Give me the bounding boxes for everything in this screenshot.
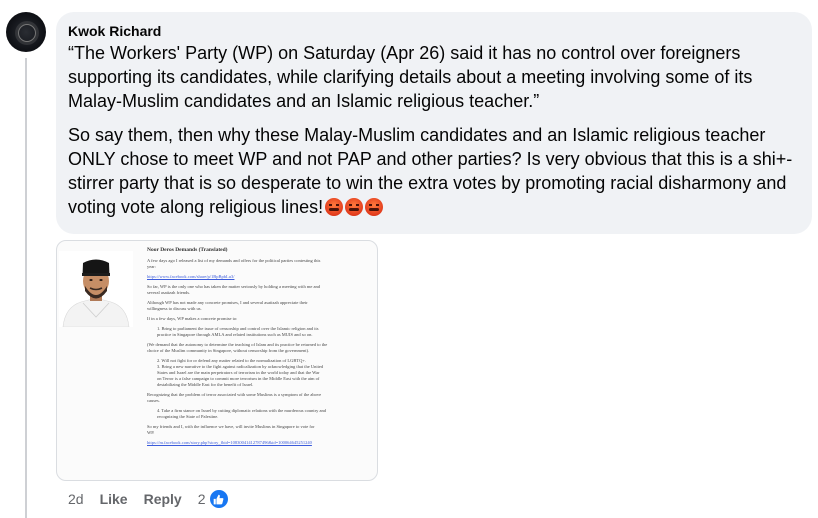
thread-line <box>25 58 27 518</box>
document-link: https://m.facebook.com/story.php?story_f… <box>147 440 312 445</box>
angry-face-icon <box>325 198 344 216</box>
document-text: Noor Deros Demands (Translated) A few da… <box>147 247 369 446</box>
angry-face-icon <box>345 198 364 216</box>
comment-paragraph-1: “The Workers' Party (WP) on Saturday (Ap… <box>68 43 753 111</box>
document-title: Noor Deros Demands (Translated) <box>147 247 228 253</box>
portrait-photo <box>59 251 133 328</box>
comment-paragraph-2: So say them, then why these Malay-Muslim… <box>68 123 800 219</box>
comment-author[interactable]: Kwok Richard <box>68 22 800 40</box>
comment-timestamp[interactable]: 2d <box>68 491 84 507</box>
reply-button[interactable]: Reply <box>144 491 182 507</box>
avatar[interactable] <box>6 12 46 52</box>
attached-image[interactable]: Noor Deros Demands (Translated) A few da… <box>56 240 378 481</box>
comment-paragraph-2-text: So say them, then why these Malay-Muslim… <box>68 125 793 217</box>
comment-bubble: Kwok Richard “The Workers' Party (WP) on… <box>56 12 812 234</box>
angry-face-icon <box>365 198 384 216</box>
reaction-count[interactable]: 2 <box>198 491 206 507</box>
comment-actions: 2d Like Reply 2 <box>68 488 230 510</box>
like-button[interactable]: Like <box>100 491 128 507</box>
thumbs-up-icon[interactable] <box>207 488 230 510</box>
